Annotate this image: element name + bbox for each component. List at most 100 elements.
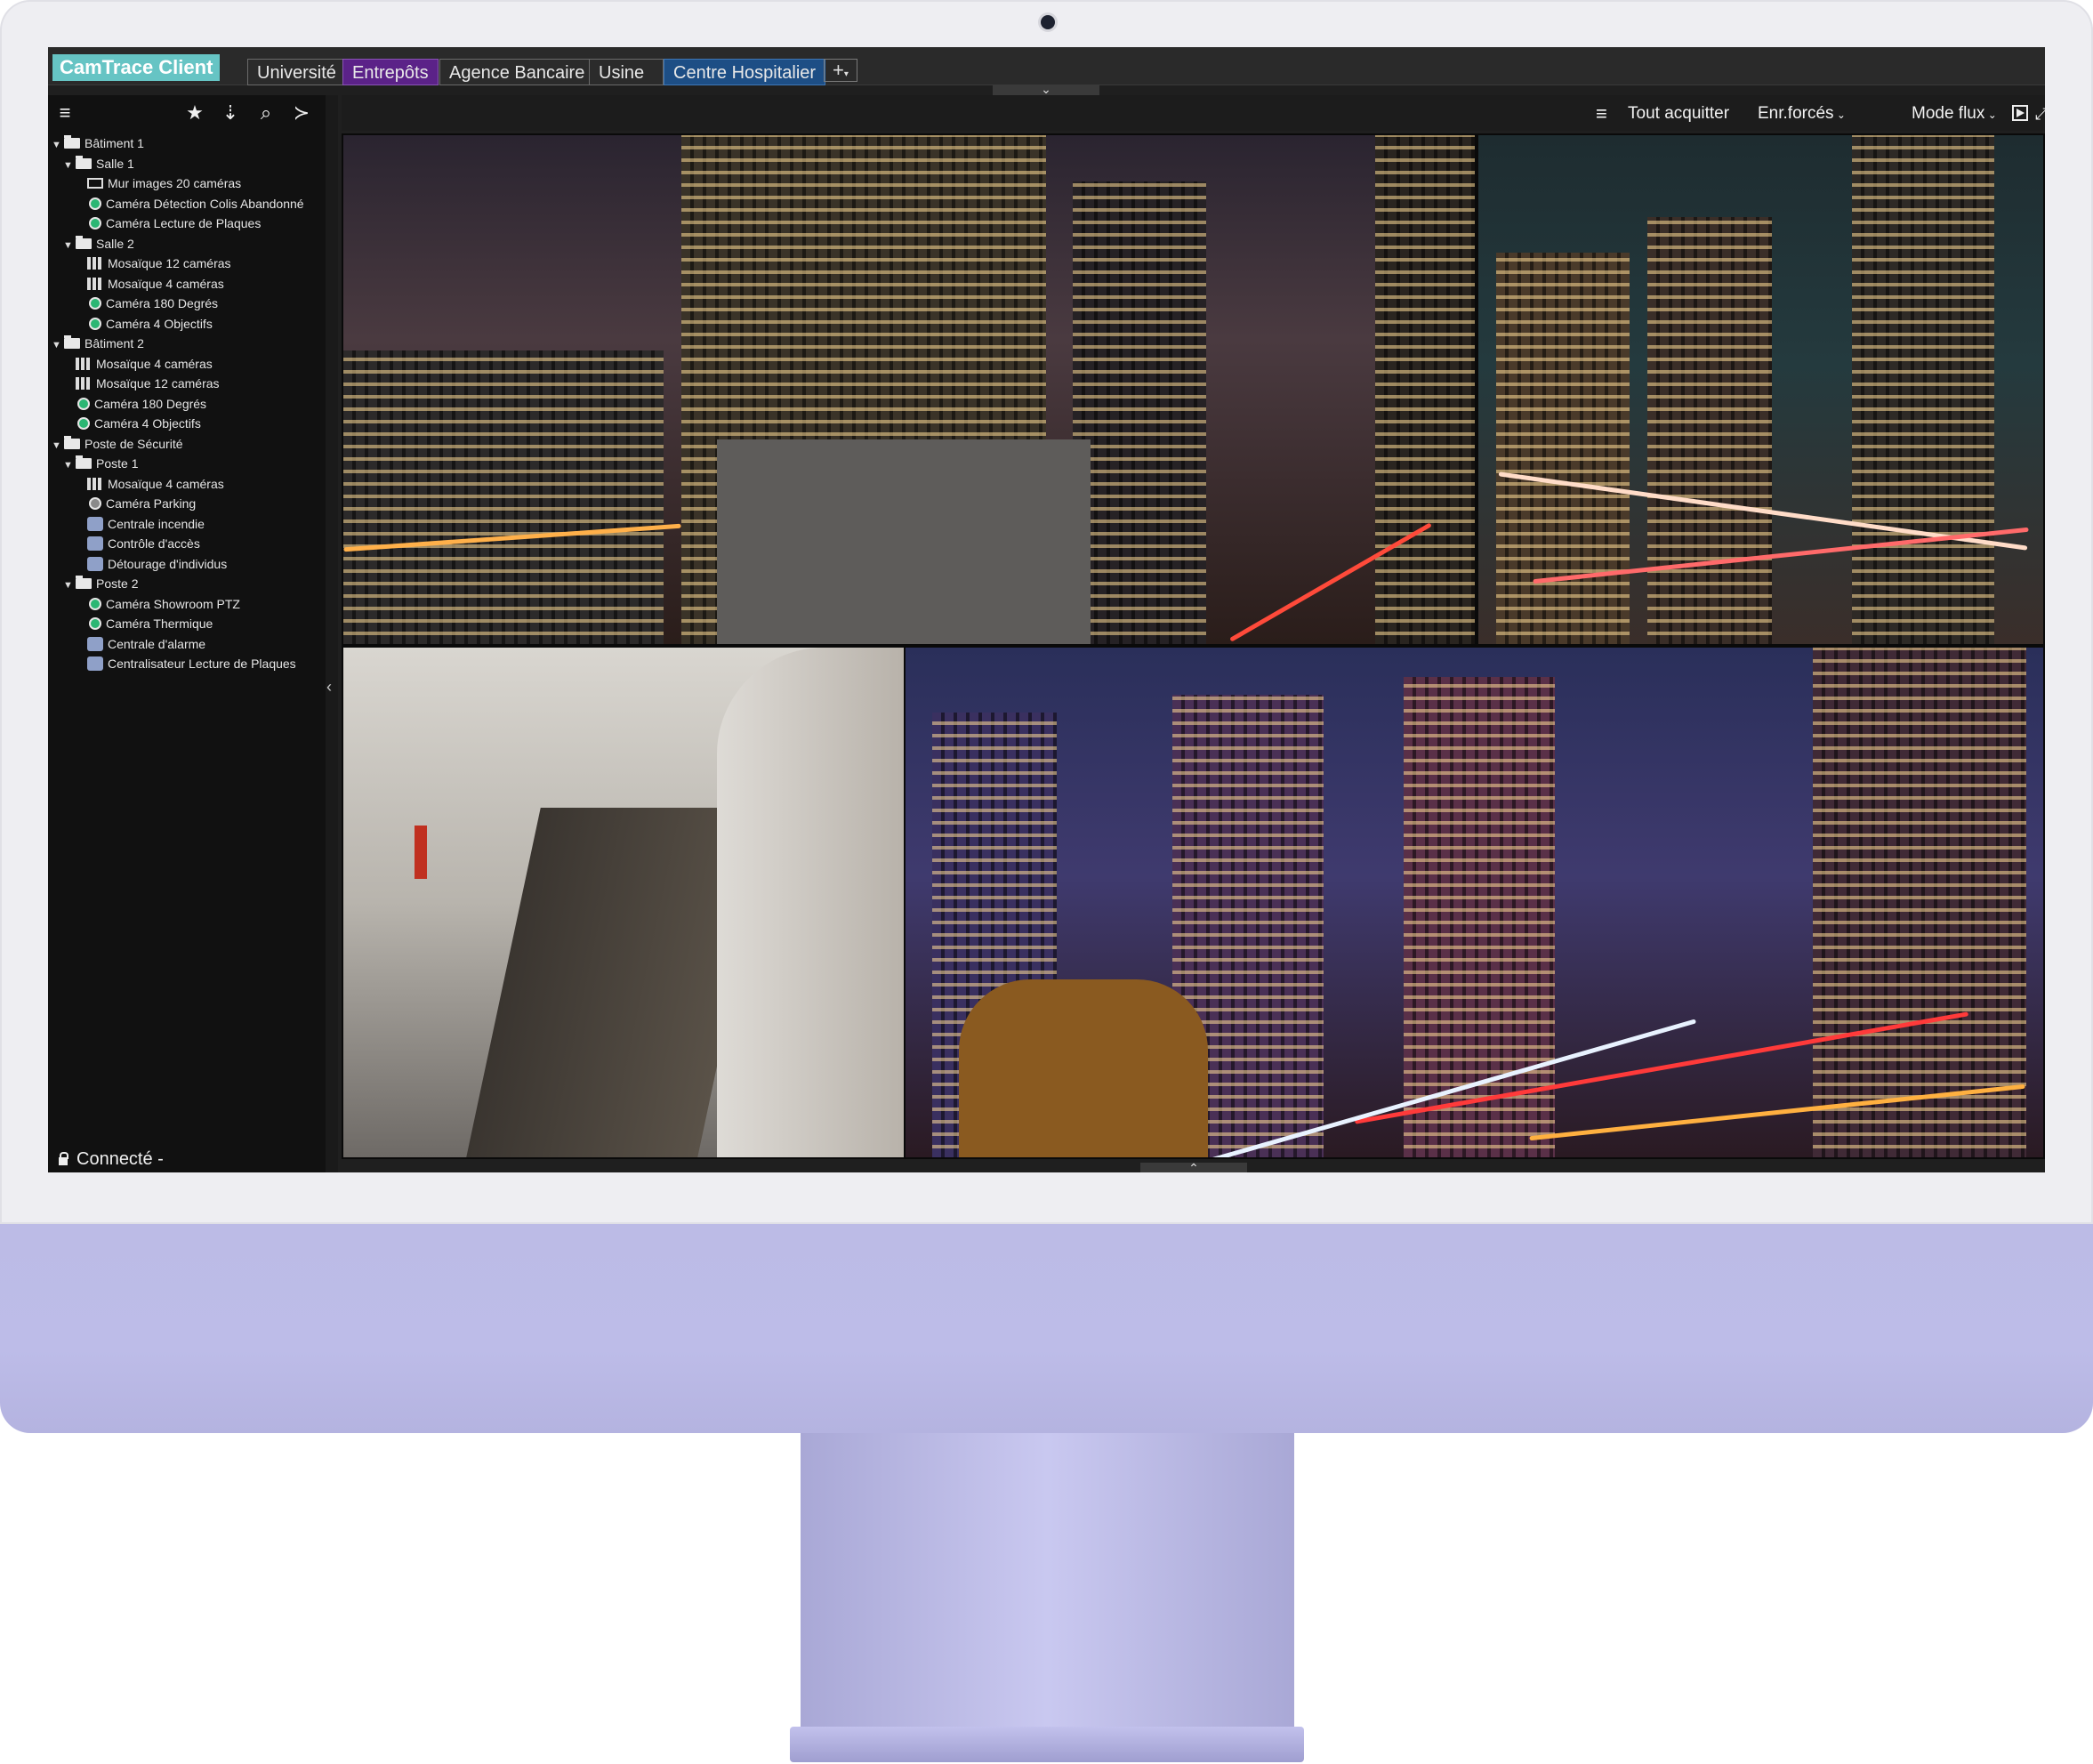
sidebar: ≡ ★ ⇣ ⌕ ≻ ▼ Bâtiment 1 ▼ Salle 1 Mur images …	[48, 95, 326, 1172]
forced-recording-dropdown[interactable]: Enr.forcés ⌄	[1758, 102, 1846, 125]
tree-item[interactable]: Caméra 180 Degrés	[75, 294, 218, 313]
folder-icon	[64, 135, 80, 149]
expand-arrow-icon[interactable]: ▼	[52, 135, 64, 155]
monitor-icon	[87, 178, 103, 189]
sort-icon[interactable]: ⇣	[219, 101, 242, 125]
tree-item-label: Centrale incendie	[108, 516, 205, 531]
building-shape	[1813, 648, 2026, 1157]
camera-icon	[89, 497, 101, 511]
tree-item-label: Mosaïque 4 caméras	[96, 356, 213, 371]
tree-item[interactable]: ▼ Bâtiment 2	[52, 334, 144, 353]
collapse-bottom-handle[interactable]: ⌃	[1140, 1162, 1247, 1172]
tree-item-label: Mosaïque 4 caméras	[108, 476, 224, 491]
tree-item-label: Contrôle d'accès	[108, 536, 200, 551]
video-tile-metro-station[interactable]	[343, 648, 904, 1157]
expand-arrow-icon[interactable]: ▼	[52, 335, 64, 355]
sidebar-collapse-handle[interactable]: ‹	[326, 95, 338, 1172]
tree-item-label: Détourage d'individus	[108, 556, 228, 571]
tab-usine[interactable]: Usine	[589, 59, 664, 85]
tree-item-label: Bâtiment 2	[85, 336, 144, 350]
monitor-chin	[0, 1224, 2093, 1433]
folder-icon	[76, 576, 92, 590]
tree-item[interactable]: Centrale incendie	[75, 514, 205, 534]
tree-item[interactable]: Caméra 4 Objectifs	[63, 414, 201, 433]
tree-item-label: Caméra Thermique	[106, 616, 213, 631]
expand-arrow-icon[interactable]: ▼	[63, 236, 76, 255]
tree-item[interactable]: Centrale d'alarme	[75, 634, 205, 654]
building-shape	[1375, 135, 1475, 644]
tree-item[interactable]: Caméra Parking	[75, 494, 196, 513]
tree-item-label: Poste 1	[96, 456, 139, 471]
tree-item[interactable]: ▼ Poste 2	[63, 574, 138, 593]
tree-item-label: Poste de Sécurité	[85, 436, 183, 451]
tree-item[interactable]: ▼ Poste 1	[63, 454, 138, 473]
webcam-icon	[1041, 15, 1055, 29]
tree-item[interactable]: Caméra Showroom PTZ	[75, 594, 240, 614]
video-tile-city-traffic-trails[interactable]	[1478, 135, 2043, 644]
tree-item[interactable]: Caméra Thermique	[75, 614, 213, 633]
forced-recording-label: Enr.forcés	[1758, 104, 1834, 123]
fullscreen-icon[interactable]: ⤢	[2035, 102, 2045, 125]
camera-icon	[77, 397, 90, 410]
expand-arrow-icon[interactable]: ▼	[63, 576, 76, 595]
tree-item[interactable]: Caméra Lecture de Plaques	[75, 213, 261, 233]
monitor-stand	[801, 1433, 1294, 1727]
video-tile-boulevard-night[interactable]	[906, 648, 2043, 1157]
expand-arrow-icon[interactable]: ▼	[63, 156, 76, 175]
building-shape	[1647, 217, 1772, 644]
camera-grid	[342, 133, 2045, 1159]
tree-item[interactable]: Mur images 20 caméras	[75, 173, 241, 193]
tab-bar: CamTrace Client Université Entrepôts Age…	[48, 47, 2045, 85]
tab-centre-hospitalier[interactable]: Centre Hospitalier	[664, 59, 826, 85]
search-icon[interactable]: ⌕	[254, 101, 278, 125]
tree-item[interactable]: Caméra 4 Objectifs	[75, 314, 213, 334]
monitor-stand-foot	[790, 1727, 1304, 1762]
sidebar-toolbar: ≡ ★ ⇣ ⌕ ≻	[48, 95, 326, 131]
alarm-panel-icon	[87, 656, 103, 672]
alarm-panel-icon	[87, 516, 103, 531]
tree-item[interactable]: Caméra Détection Colis Abandonné	[75, 194, 304, 213]
lock-icon	[59, 1152, 68, 1165]
tree-item[interactable]: Mosaïque 12 caméras	[75, 254, 231, 273]
tree-item[interactable]: Mosaïque 4 caméras	[75, 274, 224, 294]
building-shape	[343, 350, 664, 644]
stream-mode-dropdown[interactable]: Mode flux ⌄	[1912, 102, 1997, 125]
star-icon[interactable]: ★	[183, 101, 206, 125]
camera-icon	[89, 617, 101, 631]
menu-icon[interactable]: ≡	[53, 101, 76, 125]
tree-item[interactable]: Contrôle d'accès	[75, 534, 200, 553]
add-tab-button[interactable]: +▾	[824, 59, 857, 82]
tree-item[interactable]: Caméra 180 Degrés	[63, 394, 206, 414]
tree-item[interactable]: ▼ Salle 2	[63, 234, 134, 254]
play-icon[interactable]	[2012, 105, 2028, 121]
tree-item[interactable]: Centralisateur Lecture de Plaques	[75, 654, 296, 673]
menu-icon[interactable]: ≡	[1596, 102, 1607, 125]
tree-item[interactable]: Mosaïque 12 caméras	[63, 374, 220, 393]
tab-entrepots[interactable]: Entrepôts	[342, 59, 439, 85]
tree-item[interactable]: Mosaïque 4 caméras	[63, 354, 213, 374]
tree-item[interactable]: ▼ Salle 1	[63, 154, 134, 173]
tree-item[interactable]: ▼ Bâtiment 1	[52, 133, 144, 153]
building-shape	[1852, 135, 1994, 644]
tree-item[interactable]: ▼ Poste de Sécurité	[52, 434, 183, 454]
terminal-icon[interactable]: ≻	[290, 101, 313, 125]
app-title: CamTrace Client	[52, 54, 221, 81]
collapse-top-handle[interactable]: ⌄	[993, 83, 1099, 95]
tab-universite[interactable]: Université	[247, 59, 346, 85]
expand-arrow-icon[interactable]: ▼	[63, 455, 76, 475]
tree-item[interactable]: Mosaïque 4 caméras	[75, 474, 224, 494]
ack-all-button[interactable]: Tout acquitter	[1628, 102, 1729, 125]
tree-item-label: Caméra 4 Objectifs	[94, 416, 201, 431]
folder-icon	[76, 455, 92, 470]
tree-item[interactable]: Détourage d'individus	[75, 554, 227, 574]
alarm-panel-icon	[87, 636, 103, 651]
tree-item-label: Mosaïque 4 caméras	[108, 276, 224, 291]
tree-item-label: Mosaïque 12 caméras	[96, 376, 220, 391]
tree-item-label: Caméra 180 Degrés	[106, 296, 219, 310]
video-tile-construction-night[interactable]	[343, 135, 1475, 644]
camera-icon	[89, 217, 101, 230]
building-shape	[1073, 181, 1206, 644]
app-window: CamTrace Client Université Entrepôts Age…	[48, 47, 2045, 1172]
expand-arrow-icon[interactable]: ▼	[52, 436, 64, 455]
tab-agence-bancaire[interactable]: Agence Bancaire	[439, 59, 595, 85]
